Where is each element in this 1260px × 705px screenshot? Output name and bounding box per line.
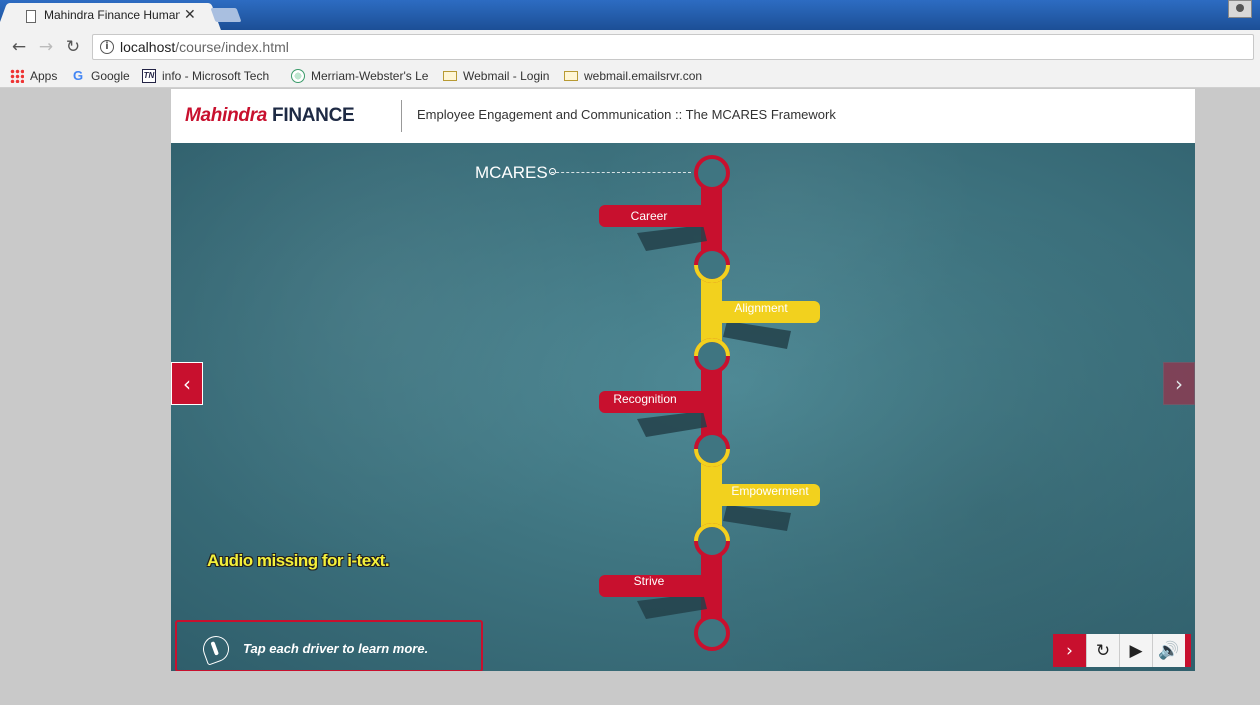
ring-top (694, 155, 730, 191)
url-text: localhost/course/index.html (120, 39, 289, 55)
bookmark-label: webmail.emailsrvr.con (584, 69, 702, 83)
bookmark-label: info - Microsoft Tech (162, 69, 270, 83)
replay-icon: ↻ (1095, 640, 1111, 661)
bookmarks-bar: Apps G Google TN info - Microsoft Tech M… (0, 64, 1260, 88)
globe-icon (291, 69, 305, 83)
bookmark-apps[interactable]: Apps (10, 67, 62, 85)
mahindra-finance-logo: Mahindra FINANCE (185, 105, 355, 127)
course-header: Mahindra FINANCE Employee Engagement and… (171, 89, 1195, 143)
browser-tab-strip: Mahindra Finance Human ✕ (0, 0, 1260, 30)
bookmark-label: Merriam-Webster's Le (311, 69, 429, 83)
browser-tab[interactable]: Mahindra Finance Human ✕ (10, 3, 208, 30)
play-button[interactable]: ▶ (1119, 634, 1152, 667)
bookmark-label: Apps (30, 69, 58, 83)
bookmark-google[interactable]: G Google (71, 67, 133, 85)
driver-recognition[interactable]: Recognition (599, 391, 709, 413)
playback-controls: › ↻ ▶ 🔊 (1053, 634, 1191, 667)
career-shadow (637, 225, 707, 251)
driver-career[interactable]: Career (599, 205, 709, 227)
audio-warning: Audio missing for i-text. (207, 551, 390, 570)
info-icon[interactable]: i (100, 40, 114, 54)
play-icon: ▶ (1129, 640, 1143, 661)
close-tab-icon[interactable]: ✕ (184, 7, 196, 23)
technet-icon: TN (142, 69, 156, 83)
browser-toolbar: ← → ↻ i localhost/course/index.html (0, 30, 1260, 64)
bookmark-label: Google (91, 69, 130, 83)
ring-bottom (694, 615, 730, 651)
forward-icon[interactable]: → (35, 36, 57, 58)
instruction-text: Tap each driver to learn more. (243, 641, 429, 656)
mcares-diagram: Career Alignment Recognition Empowerment… (599, 155, 820, 651)
alignment-shadow (723, 321, 791, 349)
address-bar[interactable]: i localhost/course/index.html (92, 34, 1254, 60)
career-label: Career (631, 209, 668, 223)
header-divider (401, 100, 402, 132)
tab-title: Mahindra Finance Human (44, 8, 180, 22)
course-title: Employee Engagement and Communication ::… (417, 107, 836, 122)
replay-button[interactable]: ↻ (1086, 634, 1119, 667)
profile-icon[interactable] (1228, 0, 1252, 18)
volume-icon: 🔊 (1158, 640, 1180, 661)
logo-suffix: FINANCE (272, 105, 355, 126)
bookmark-webmail-login[interactable]: Webmail - Login (443, 67, 555, 85)
course-frame: Mahindra FINANCE Employee Engagement and… (171, 89, 1195, 671)
google-icon: G (72, 68, 84, 83)
empowerment-shadow (723, 505, 791, 531)
slide-stage: MCARES Career Alignment Recognition Empo… (171, 143, 1195, 671)
bookmark-label: Webmail - Login (463, 69, 550, 83)
url-path: /course/index.html (175, 39, 289, 55)
strive-label: Strive (634, 574, 665, 588)
driver-empowerment[interactable]: Empowerment (713, 484, 820, 506)
bookmark-merriam-webster[interactable]: Merriam-Webster's Le (291, 67, 431, 85)
url-host: localhost (120, 39, 176, 55)
back-icon[interactable]: ← (8, 36, 30, 58)
chevron-right-icon: › (1066, 640, 1073, 661)
controls-end-cap (1185, 634, 1191, 667)
apps-icon (10, 69, 24, 83)
logo-brand: Mahindra (185, 105, 268, 126)
empowerment-label: Empowerment (731, 484, 809, 498)
mail-icon (564, 71, 578, 81)
driver-strive[interactable]: Strive (599, 574, 709, 597)
bookmark-technet[interactable]: TN info - Microsoft Tech (142, 67, 278, 85)
reload-icon[interactable]: ↻ (62, 36, 84, 58)
volume-button[interactable]: 🔊 (1152, 634, 1185, 667)
previous-slide-button[interactable]: ‹ (171, 362, 203, 405)
mail-icon (443, 71, 457, 81)
new-tab-button[interactable] (210, 8, 242, 22)
recognition-label: Recognition (613, 392, 676, 406)
next-slide-button[interactable]: › (1163, 362, 1195, 405)
chevron-right-icon: › (1175, 371, 1183, 396)
recognition-shadow (637, 411, 707, 437)
next-control-button[interactable]: › (1053, 634, 1086, 667)
alignment-label: Alignment (734, 301, 788, 315)
chevron-left-icon: ‹ (183, 371, 191, 396)
bookmark-webmail-emailsrvr[interactable]: webmail.emailsrvr.con (564, 67, 702, 85)
driver-alignment[interactable]: Alignment (713, 301, 820, 323)
page-icon (26, 10, 36, 23)
